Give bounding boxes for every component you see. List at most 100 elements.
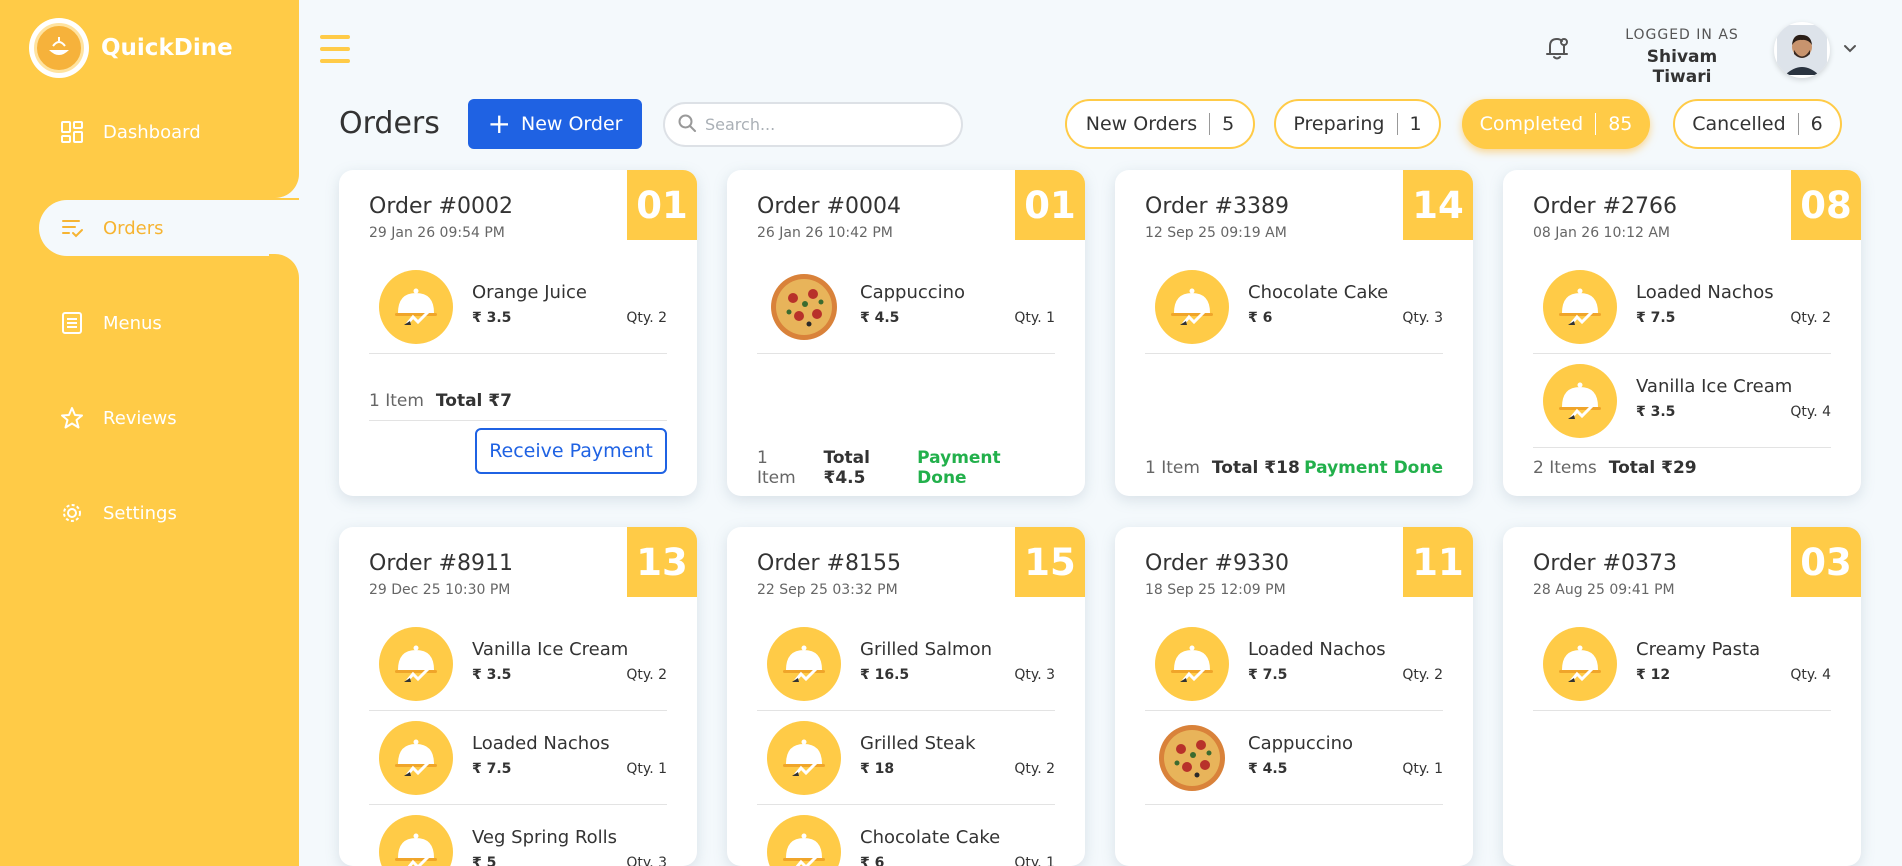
- item-price: ₹ 6: [860, 855, 885, 866]
- item-qty: Qty. 2: [1790, 310, 1831, 326]
- order-item: Cappuccino ₹ 4.5 Qty. 1: [1145, 711, 1443, 805]
- item-qty: Qty. 4: [1790, 667, 1831, 683]
- food-cloche-icon: [379, 721, 453, 795]
- item-price: ₹ 4.5: [860, 310, 900, 326]
- app-logo: [29, 18, 89, 78]
- order-title: Order #8911: [369, 551, 513, 576]
- user-name: Shivam Tiwari: [1646, 47, 1718, 87]
- order-total: Total ₹4.5: [823, 448, 870, 488]
- order-total: Total ₹7: [435, 391, 512, 411]
- star-icon: [59, 405, 85, 431]
- item-qty: Qty. 2: [1014, 761, 1055, 777]
- order-card[interactable]: Order #8155 22 Sep 25 03:32 PM 15 Grilled S…: [727, 527, 1085, 866]
- filter-label: New Orders: [1085, 113, 1198, 135]
- chevron-down-icon[interactable]: [1842, 40, 1858, 56]
- new-order-button[interactable]: + New Order: [468, 99, 642, 149]
- item-count: 1 Item: [1145, 458, 1200, 478]
- sidebar-item-label: Menus: [103, 312, 162, 334]
- sidebar-item-dashboard[interactable]: Dashboard: [39, 104, 299, 160]
- item-name: Vanilla Ice Cream: [472, 639, 629, 660]
- page-title: Orders: [339, 106, 440, 141]
- filter-count: 1: [1409, 113, 1422, 135]
- plus-icon: +: [487, 107, 511, 140]
- order-card[interactable]: Order #9330 18 Sep 25 12:09 PM 11 Loaded Na…: [1115, 527, 1473, 866]
- order-date: 18 Sep 25 12:09 PM: [1145, 582, 1286, 598]
- order-badge: 13: [627, 527, 697, 597]
- order-date: 22 Sep 25 03:32 PM: [757, 582, 898, 598]
- item-price: ₹ 3.5: [1636, 404, 1676, 420]
- item-name: Loaded Nachos: [472, 733, 610, 754]
- item-price: ₹ 3.5: [472, 667, 512, 683]
- food-cloche-icon: [1543, 627, 1617, 701]
- food-photo: [767, 270, 841, 344]
- order-date: 26 Jan 26 10:42 PM: [757, 225, 893, 241]
- payment-status: Payment Done: [917, 448, 1001, 488]
- sidebar-item-label: Orders: [103, 217, 164, 239]
- filter-cancelled[interactable]: Cancelled 6: [1673, 99, 1842, 149]
- item-price: ₹ 4.5: [1248, 761, 1288, 777]
- item-count: 1 Item: [369, 391, 424, 411]
- food-cloche-icon: [379, 270, 453, 344]
- order-item: Vanilla Ice Cream ₹ 3.5 Qty. 4: [1533, 354, 1831, 448]
- order-card[interactable]: Order #3389 12 Sep 25 09:19 AM 14 Chocolate…: [1115, 170, 1473, 496]
- new-order-label: New Order: [520, 113, 623, 135]
- order-card[interactable]: Order #2766 08 Jan 26 10:12 AM 08 Loaded Na…: [1503, 170, 1861, 496]
- search-icon: [677, 113, 697, 137]
- sidebar-item-menus[interactable]: Menus: [39, 295, 299, 351]
- item-name: Cappuccino: [860, 282, 966, 303]
- filter-label: Cancelled: [1692, 113, 1786, 135]
- sidebar-item-label: Settings: [103, 502, 177, 524]
- brand[interactable]: QuickDine: [29, 18, 233, 78]
- receive-payment-button[interactable]: Receive Payment: [475, 428, 667, 474]
- filter-new-orders[interactable]: New Orders 5: [1065, 99, 1255, 149]
- filter-label: Preparing: [1293, 113, 1385, 135]
- item-count: 1 Item: [757, 448, 796, 488]
- food-cloche-icon: [1155, 627, 1229, 701]
- order-title: Order #0373: [1533, 551, 1677, 576]
- item-price: ₹ 12: [1636, 667, 1671, 683]
- order-badge: 15: [1015, 527, 1085, 597]
- food-cloche-icon: [379, 815, 453, 866]
- order-total: Total ₹18: [1211, 458, 1300, 478]
- menu-toggle-icon[interactable]: [320, 35, 350, 63]
- notification-bell-icon[interactable]: [1541, 32, 1573, 64]
- order-card[interactable]: Order #0002 29 Jan 26 09:54 PM 01 Orange Ju…: [339, 170, 697, 496]
- sidebar-notch: [269, 254, 299, 284]
- food-cloche-icon: [767, 815, 841, 866]
- search-input[interactable]: [705, 115, 935, 134]
- item-name: Loaded Nachos: [1248, 639, 1386, 660]
- item-price: ₹ 7.5: [472, 761, 512, 777]
- user-info: LOGGED IN AS Shivam Tiwari: [1622, 27, 1742, 87]
- order-date: 29 Jan 26 09:54 PM: [369, 225, 505, 241]
- order-card[interactable]: Order #0004 26 Jan 26 10:42 PM 01 Cappuccin…: [727, 170, 1085, 496]
- avatar[interactable]: [1774, 22, 1830, 78]
- sidebar-notch: [269, 168, 299, 198]
- item-qty: Qty. 4: [1790, 404, 1831, 420]
- order-date: 08 Jan 26 10:12 AM: [1533, 225, 1671, 241]
- sidebar-item-reviews[interactable]: Reviews: [39, 390, 299, 446]
- filter-label: Completed: [1479, 113, 1584, 135]
- sidebar-item-settings[interactable]: Settings: [39, 485, 299, 541]
- order-item: Grilled Salmon ₹ 16.5 Qty. 3: [757, 617, 1055, 711]
- order-title: Order #0004: [757, 194, 901, 219]
- order-card[interactable]: Order #0373 28 Aug 25 09:41 PM 03 Creamy Pa…: [1503, 527, 1861, 866]
- item-name: Grilled Steak: [860, 733, 976, 754]
- order-badge: 01: [1015, 170, 1085, 240]
- filter-preparing[interactable]: Preparing 1: [1274, 99, 1441, 149]
- sidebar: QuickDine Dashboard Orders Menus Reviews…: [0, 0, 299, 866]
- filter-completed[interactable]: Completed 85: [1462, 99, 1650, 149]
- item-qty: Qty. 2: [626, 310, 667, 326]
- food-cloche-icon: [1543, 364, 1617, 438]
- item-name: Creamy Pasta: [1636, 639, 1761, 660]
- order-item: Orange Juice ₹ 3.5 Qty. 2: [369, 260, 667, 354]
- order-item: Grilled Steak ₹ 18 Qty. 2: [757, 711, 1055, 805]
- order-item: Veg Spring Rolls ₹ 5 Qty. 3: [369, 805, 667, 866]
- item-name: Vanilla Ice Cream: [1636, 376, 1793, 397]
- item-name: Cappuccino: [1248, 733, 1354, 754]
- search-box[interactable]: [663, 102, 963, 147]
- sidebar-item-orders[interactable]: Orders: [39, 200, 299, 256]
- order-card[interactable]: Order #8911 29 Dec 25 10:30 PM 13 Vanilla I…: [339, 527, 697, 866]
- item-qty: Qty. 1: [1014, 855, 1055, 866]
- order-badge: 03: [1791, 527, 1861, 597]
- food-cloche-icon: [1543, 270, 1617, 344]
